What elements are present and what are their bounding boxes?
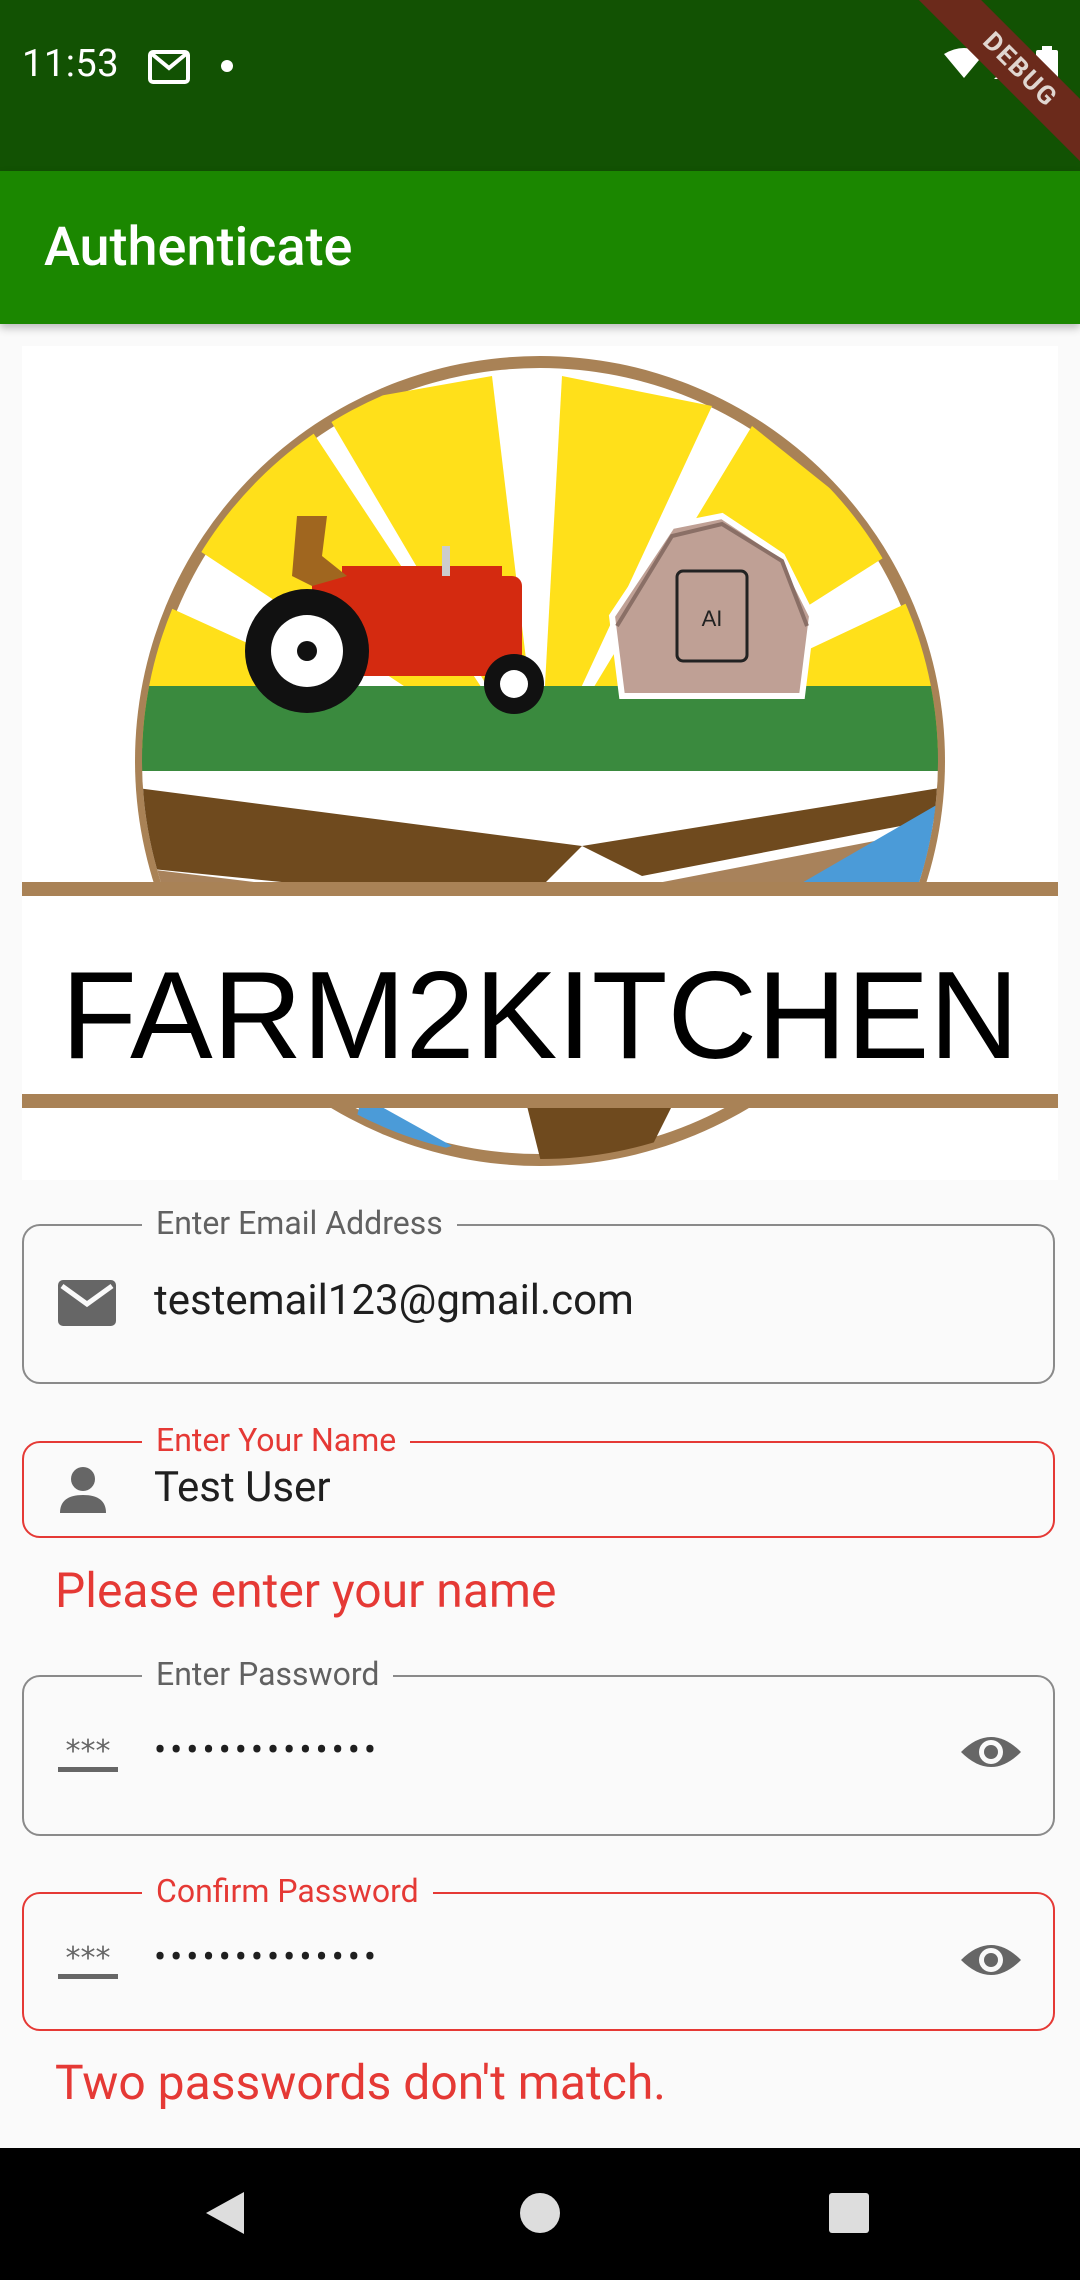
name-field[interactable]: Enter Your Name Test User (22, 1421, 1055, 1538)
home-button[interactable] (519, 2190, 561, 2240)
status-time: 11:53 (22, 42, 120, 86)
confirm-password-field[interactable]: Confirm Password *** •••••••••••••• (22, 1872, 1055, 2031)
password-icon: *** (58, 1941, 118, 1984)
visibility-toggle-icon[interactable] (959, 1940, 1023, 1984)
back-button[interactable] (204, 2190, 246, 2240)
email-field[interactable]: Enter Email Address testemail123@gmail.c… (22, 1204, 1055, 1384)
notification-dot-icon (221, 60, 233, 72)
status-bar: 11:53 DEBUG (0, 0, 1080, 178)
name-input[interactable]: Test User (154, 1463, 331, 1512)
gmail-notification-icon (148, 50, 190, 88)
navigation-bar (0, 2148, 1080, 2280)
logo-brand-text: FARM2KITCHEN (61, 947, 1019, 1085)
confirm-password-input[interactable]: •••••••••••••• (154, 1936, 380, 1978)
visibility-toggle-icon[interactable] (959, 1732, 1023, 1776)
mail-icon (58, 1280, 116, 1330)
svg-text:***: *** (66, 1944, 111, 1976)
recents-button[interactable] (828, 2190, 870, 2240)
password-field[interactable]: Enter Password *** •••••••••••••• (22, 1655, 1055, 1836)
farm2kitchen-logo: AI FARM2KITCHEN (22, 346, 1058, 1180)
app-bar: Authenticate (0, 171, 1080, 324)
password-icon: *** (58, 1734, 118, 1777)
confirm-password-error-text: Two passwords don't match. (55, 2054, 666, 2111)
email-input[interactable]: testemail123@gmail.com (154, 1276, 634, 1325)
name-label: Enter Your Name (142, 1421, 411, 1459)
password-label: Enter Password (142, 1655, 394, 1693)
name-error-text: Please enter your name (55, 1562, 557, 1619)
debug-banner: DEBUG (912, 0, 1080, 178)
confirm-password-label: Confirm Password (142, 1872, 433, 1910)
email-label: Enter Email Address (142, 1204, 457, 1242)
page-title: Authenticate (44, 216, 353, 279)
person-icon (58, 1465, 108, 1519)
svg-text:***: *** (66, 1737, 111, 1769)
password-input[interactable]: •••••••••••••• (154, 1729, 380, 1771)
logo-ai-text: AI (702, 606, 723, 631)
